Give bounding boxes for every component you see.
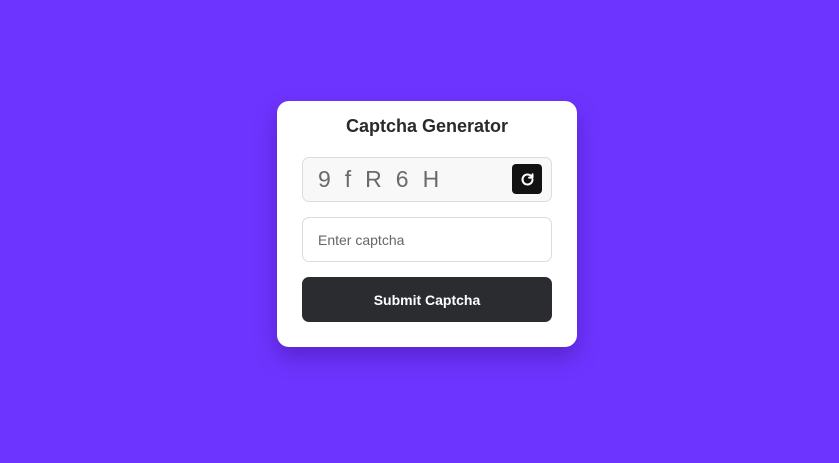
refresh-captcha-button[interactable] xyxy=(512,164,542,194)
captcha-display: 9fR6H xyxy=(302,157,552,202)
page-title: Captcha Generator xyxy=(345,116,509,136)
refresh-icon xyxy=(520,172,535,187)
captcha-input-wrapper xyxy=(302,217,552,262)
captcha-text: 9fR6H xyxy=(318,166,454,192)
submit-captcha-button[interactable]: Submit Captcha xyxy=(302,277,552,322)
captcha-card: Captcha Generator 9fR6H Submit Captcha xyxy=(277,101,577,347)
captcha-input[interactable] xyxy=(302,217,552,262)
